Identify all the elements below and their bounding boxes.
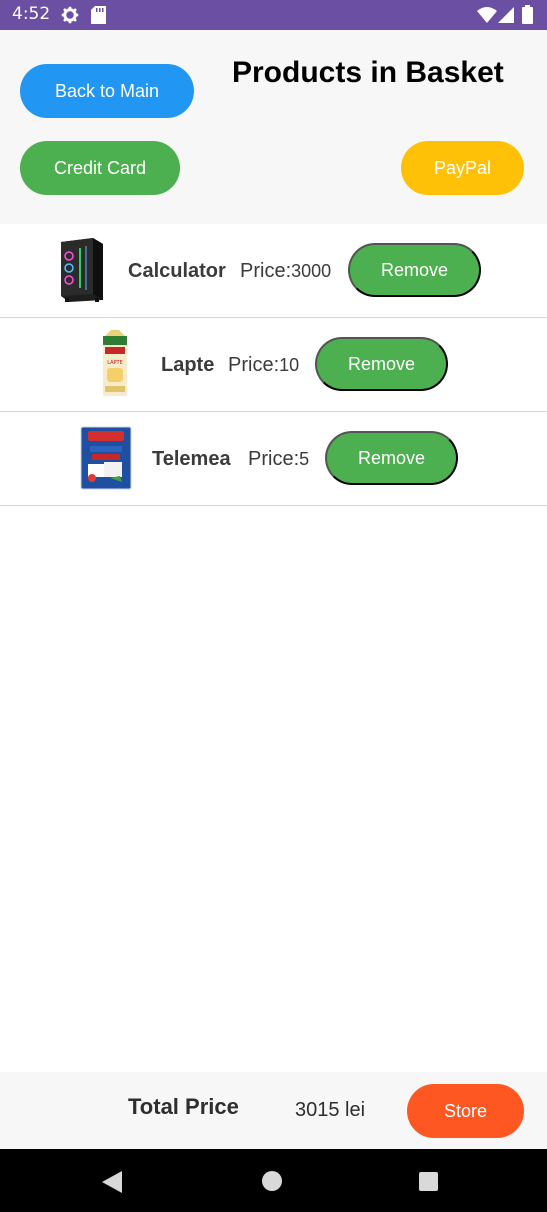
product-name: Lapte [161, 354, 215, 376]
price-value: 5 [299, 449, 310, 469]
store-button[interactable]: Store [407, 1084, 524, 1138]
product-row: Calculator Price:3000 Remove [0, 224, 547, 318]
basket-header: Back to Main Products in Basket Credit C… [0, 30, 547, 224]
recents-icon[interactable] [419, 1172, 438, 1196]
status-time: 4:52 [12, 4, 51, 24]
product-price: Price:3000 [240, 260, 331, 283]
price-label: Price: [228, 354, 280, 376]
price-value: 10 [279, 355, 300, 375]
paypal-button[interactable]: PayPal [401, 141, 524, 195]
product-price: Price:10 [228, 354, 299, 377]
battery-icon [522, 5, 533, 29]
total-footer: Total Price 3015 lei Store [0, 1072, 547, 1149]
basket-screen: 4:52 Back to Main Products in Basket Cre… [0, 0, 547, 1212]
svg-text:LAPTE: LAPTE [107, 360, 123, 366]
computer-case-image [55, 236, 107, 309]
product-name: Telemea [152, 448, 231, 470]
price-value: 3000 [291, 261, 332, 281]
sd-card-icon [91, 6, 106, 29]
product-price: Price:5 [248, 448, 309, 471]
status-bar: 4:52 [0, 0, 547, 30]
page-title: Products in Basket [232, 56, 504, 89]
total-price-value: 3015 lei [295, 1099, 366, 1121]
back-icon[interactable] [102, 1171, 122, 1198]
navigation-bar [0, 1149, 547, 1212]
remove-button[interactable]: Remove [325, 431, 458, 485]
product-name: Calculator [128, 260, 226, 282]
home-icon[interactable] [262, 1171, 282, 1196]
milk-carton-image: LAPTE [101, 330, 129, 403]
total-price-label: Total Price [128, 1094, 239, 1119]
credit-card-button[interactable]: Credit Card [20, 141, 180, 195]
remove-button[interactable]: Remove [348, 243, 481, 297]
wifi-icon [477, 7, 497, 28]
price-label: Price: [240, 260, 292, 282]
cheese-package-image [80, 426, 132, 495]
gear-icon [61, 6, 79, 29]
remove-button[interactable]: Remove [315, 337, 448, 391]
signal-icon [498, 7, 514, 28]
back-to-main-button[interactable]: Back to Main [20, 64, 194, 118]
product-row: Telemea Price:5 Remove [0, 412, 547, 506]
product-row: LAPTE Lapte Price:10 Remove [0, 318, 547, 412]
price-label: Price: [248, 448, 300, 470]
